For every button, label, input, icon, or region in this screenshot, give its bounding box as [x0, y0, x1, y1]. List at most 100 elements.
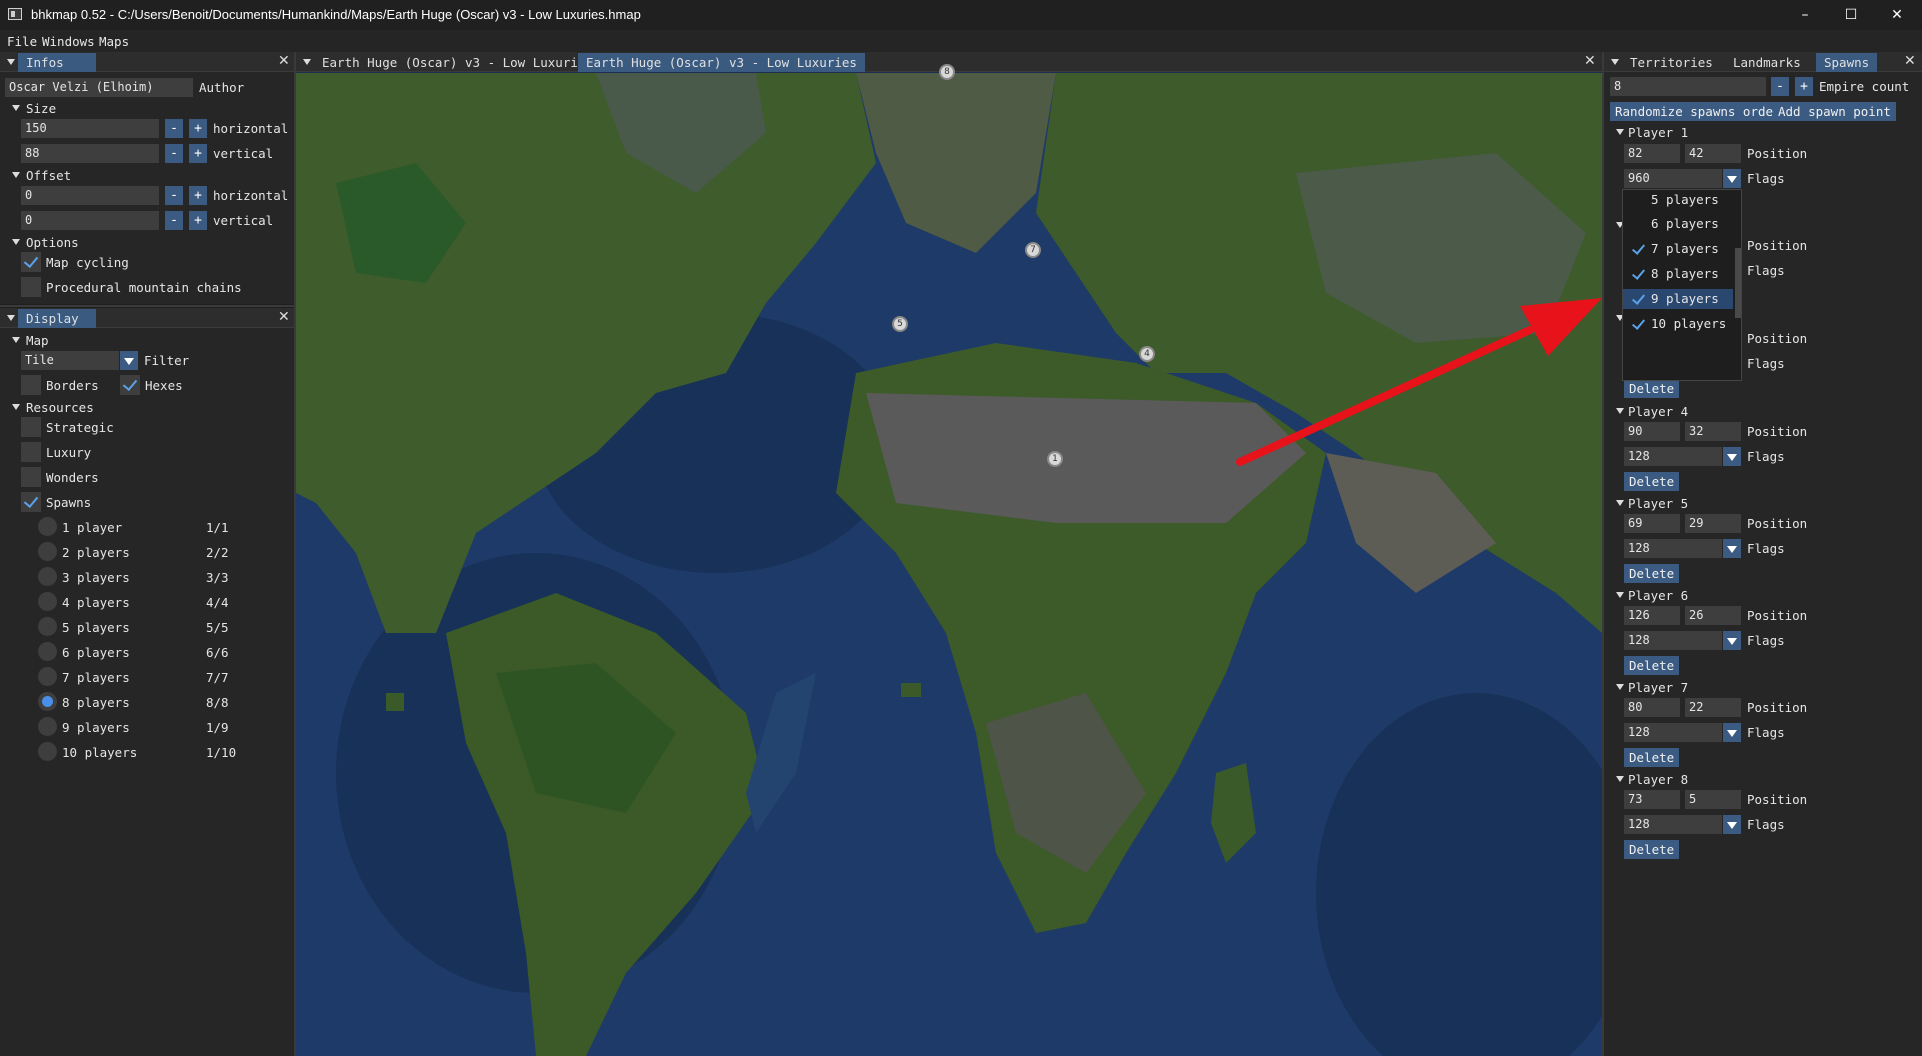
borders-checkbox[interactable]	[21, 375, 41, 395]
chevron-down-icon[interactable]	[1723, 723, 1741, 742]
player-radio[interactable]	[38, 642, 57, 661]
flags-select[interactable]: 128	[1624, 815, 1722, 834]
player-radio-selected[interactable]	[38, 692, 57, 711]
width-plus-button[interactable]: +	[189, 119, 207, 138]
player-header[interactable]: Player 7	[1628, 680, 1688, 695]
player-collapse-icon[interactable]	[1616, 500, 1624, 506]
author-input[interactable]: Oscar Velzi (Elhoim)	[5, 78, 193, 97]
filter-select[interactable]: Tile	[21, 351, 119, 370]
offset-x-minus-button[interactable]: -	[165, 186, 183, 205]
flag-option[interactable]: 5 players	[1623, 190, 1733, 210]
offset-header[interactable]: Offset	[26, 168, 71, 183]
position-y-input[interactable]: 29	[1685, 514, 1741, 533]
spawns-checkbox[interactable]	[21, 492, 41, 512]
flag-option[interactable]: 8 players	[1623, 264, 1733, 284]
flag-option-checkbox[interactable]	[1631, 317, 1645, 331]
empire-minus-button[interactable]: -	[1771, 77, 1789, 96]
offset-y-input[interactable]: 0	[21, 211, 159, 230]
collapse-icon[interactable]	[7, 59, 15, 65]
player-radio[interactable]	[38, 592, 57, 611]
size-collapse-icon[interactable]	[12, 105, 20, 111]
player-collapse-icon[interactable]	[1616, 684, 1624, 690]
position-y-input[interactable]: 5	[1685, 790, 1741, 809]
delete-button[interactable]: Delete	[1624, 840, 1680, 859]
collapse-icon[interactable]	[1611, 59, 1619, 65]
flag-option-checkbox[interactable]	[1631, 242, 1645, 256]
flags-select[interactable]: 960	[1624, 169, 1722, 188]
player-header[interactable]: Player 1	[1628, 125, 1688, 140]
procedural-checkbox[interactable]	[21, 277, 41, 297]
chevron-down-icon[interactable]	[120, 351, 138, 370]
offset-x-plus-button[interactable]: +	[189, 186, 207, 205]
player-radio[interactable]	[38, 617, 57, 636]
hexes-checkbox[interactable]	[120, 375, 140, 395]
flags-select[interactable]: 128	[1624, 447, 1722, 466]
height-input[interactable]: 88	[21, 144, 159, 163]
offset-x-input[interactable]: 0	[21, 186, 159, 205]
position-y-input[interactable]: 22	[1685, 698, 1741, 717]
tab-territories[interactable]: Territories	[1622, 53, 1721, 72]
flag-option[interactable]: 7 players	[1623, 239, 1733, 259]
player-header[interactable]: Player 6	[1628, 588, 1688, 603]
player-radio[interactable]	[38, 667, 57, 686]
position-x-input[interactable]: 82	[1624, 144, 1680, 163]
map-header[interactable]: Map	[26, 333, 49, 348]
flag-option-checkbox[interactable]	[1631, 267, 1645, 281]
position-x-input[interactable]: 90	[1624, 422, 1680, 441]
delete-button[interactable]: Delete	[1624, 656, 1680, 675]
close-icon[interactable]: ✕	[278, 309, 290, 325]
player-radio[interactable]	[38, 517, 57, 536]
chevron-down-icon[interactable]	[1723, 169, 1741, 188]
collapse-icon[interactable]	[303, 59, 311, 65]
menu-windows[interactable]: Windows	[42, 34, 95, 49]
tab-landmarks[interactable]: Landmarks	[1725, 53, 1809, 72]
empire-plus-button[interactable]: +	[1795, 77, 1813, 96]
flags-select[interactable]: 128	[1624, 723, 1722, 742]
options-header[interactable]: Options	[26, 235, 79, 250]
flags-select[interactable]: 128	[1624, 539, 1722, 558]
player-radio[interactable]	[38, 717, 57, 736]
menu-maps[interactable]: Maps	[99, 34, 129, 49]
height-minus-button[interactable]: -	[165, 144, 183, 163]
player-radio[interactable]	[38, 542, 57, 561]
map-collapse-icon[interactable]	[12, 337, 20, 343]
menu-file[interactable]: File	[7, 34, 37, 49]
spawn-marker[interactable]: 5	[892, 316, 908, 332]
height-plus-button[interactable]: +	[189, 144, 207, 163]
player-collapse-icon[interactable]	[1616, 776, 1624, 782]
delete-button[interactable]: Delete	[1624, 748, 1680, 767]
position-y-input[interactable]: 32	[1685, 422, 1741, 441]
flag-option-checkbox[interactable]	[1631, 292, 1645, 306]
width-minus-button[interactable]: -	[165, 119, 183, 138]
delete-button[interactable]: Delete	[1624, 472, 1680, 491]
size-header[interactable]: Size	[26, 101, 56, 116]
delete-button[interactable]: Delete	[1624, 379, 1680, 398]
empire-count-input[interactable]: 8	[1610, 77, 1766, 96]
position-y-input[interactable]: 26	[1685, 606, 1741, 625]
spawn-marker[interactable]: 7	[1025, 242, 1041, 258]
chevron-down-icon[interactable]	[1723, 539, 1741, 558]
wonders-checkbox[interactable]	[21, 467, 41, 487]
offset-collapse-icon[interactable]	[12, 172, 20, 178]
randomize-spawns-button[interactable]: Randomize spawns order	[1610, 102, 1786, 121]
position-x-input[interactable]: 126	[1624, 606, 1680, 625]
player-radio[interactable]	[38, 567, 57, 586]
chevron-down-icon[interactable]	[1723, 815, 1741, 834]
tab-display[interactable]: Display	[18, 309, 96, 328]
world-map[interactable]	[296, 73, 1602, 1056]
close-icon[interactable]: ✕	[278, 53, 290, 69]
player-header[interactable]: Player 5	[1628, 496, 1688, 511]
luxury-checkbox[interactable]	[21, 442, 41, 462]
position-x-input[interactable]: 69	[1624, 514, 1680, 533]
spawn-marker[interactable]: 1	[1047, 451, 1063, 467]
offset-y-minus-button[interactable]: -	[165, 211, 183, 230]
flag-option-hovered[interactable]: 9 players	[1623, 289, 1733, 309]
resources-header[interactable]: Resources	[26, 400, 94, 415]
tab-map-1[interactable]: Earth Huge (Oscar) v3 - Low Luxurie…	[314, 53, 601, 72]
player-collapse-icon[interactable]	[1616, 408, 1624, 414]
spawn-marker[interactable]: 8	[939, 64, 955, 80]
offset-y-plus-button[interactable]: +	[189, 211, 207, 230]
close-icon[interactable]: ✕	[1904, 53, 1916, 69]
width-input[interactable]: 150	[21, 119, 159, 138]
tab-spawns[interactable]: Spawns	[1816, 53, 1878, 72]
